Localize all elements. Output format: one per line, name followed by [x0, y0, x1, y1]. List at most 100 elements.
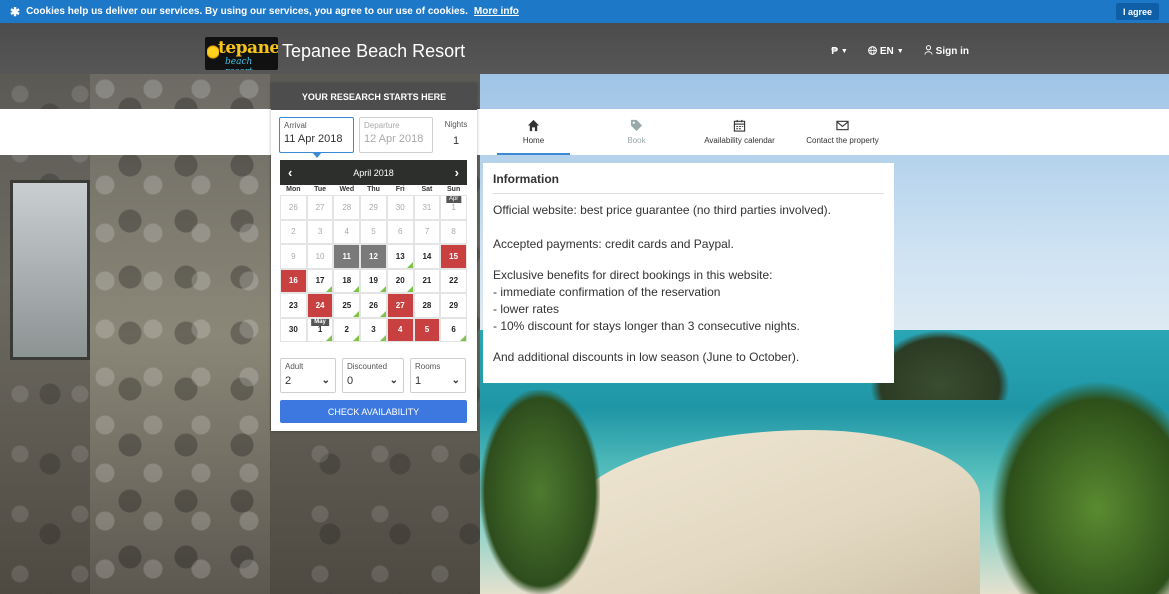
calendar-day: 1 Apr	[440, 195, 467, 220]
chevron-down-icon: ⌄	[389, 375, 398, 386]
resort-logo[interactable]: tepanee beach resort	[205, 37, 278, 70]
calendar-day: 9	[280, 244, 307, 269]
calendar-day[interactable]: 2	[333, 317, 361, 342]
user-icon	[924, 45, 933, 58]
calendar-day[interactable]: 26	[360, 293, 387, 318]
calendar-icon	[733, 119, 746, 132]
calendar-day: 26	[280, 195, 307, 220]
weekday-label: Sun	[447, 186, 461, 193]
weekday-label: Tue	[314, 186, 327, 193]
calendar-day[interactable]: 30	[280, 317, 307, 342]
calendar-day[interactable]: 20	[386, 268, 414, 293]
calendar-month: April 2018	[353, 167, 394, 178]
calendar-day: 3	[306, 219, 334, 244]
calendar-day: 29	[360, 195, 387, 220]
site-header: tepanee beach resort Tepanee Beach Resor…	[0, 23, 1169, 74]
weekday-label: Sat	[421, 186, 433, 193]
month-tag: May	[311, 318, 329, 326]
tab-availability-calendar[interactable]: Availability calendar	[688, 109, 791, 155]
info-line: - 10% discount for stays longer than 3 c…	[493, 319, 800, 333]
calendar-day[interactable]: 4	[386, 317, 414, 342]
info-paragraph: And additional discounts in low season (…	[493, 350, 800, 364]
cookie-banner: ✱ Cookies help us deliver our services. …	[0, 0, 1169, 23]
prev-month-icon[interactable]: ‹	[288, 165, 292, 180]
info-line: - immediate confirmation of the reservat…	[493, 285, 721, 299]
envelope-icon	[836, 120, 849, 131]
calendar-day[interactable]: 3	[360, 317, 387, 342]
weekday-label: Wed	[339, 186, 355, 193]
currency-dropdown[interactable]: ₱ ▼	[831, 46, 848, 57]
calendar-day[interactable]: 16	[280, 268, 307, 293]
discounted-select[interactable]: Discounted 0 ⌄	[342, 358, 404, 393]
tab-book[interactable]: Book	[585, 109, 688, 155]
calendar-day: 6	[386, 219, 414, 244]
site-title: Tepanee Beach Resort	[282, 41, 466, 61]
chevron-down-icon: ⌄	[321, 375, 330, 386]
calendar-day[interactable]: 5	[413, 317, 441, 342]
calendar-day[interactable]: 19	[360, 268, 387, 293]
nights-count: Nights 1	[444, 120, 468, 147]
calendar-day: 27	[306, 195, 334, 220]
search-heading: YOUR RESEARCH STARTS HERE	[271, 83, 477, 110]
calendar-day: 8	[440, 219, 467, 244]
calendar-day: 2	[280, 219, 307, 244]
tab-contact-property[interactable]: Contact the property	[791, 109, 894, 155]
calendar-day[interactable]: 24	[306, 293, 334, 318]
info-line: - lower rates	[493, 302, 560, 316]
calendar-day[interactable]: 27	[386, 293, 414, 318]
chevron-down-icon: ⌄	[451, 375, 460, 386]
adult-select[interactable]: Adult 2 ⌄	[280, 358, 336, 393]
check-availability-button[interactable]: CHECK AVAILABILITY	[280, 400, 467, 423]
cookie-message: Cookies help us deliver our services. By…	[26, 6, 468, 17]
sign-in-link[interactable]: Sign in	[924, 45, 969, 58]
caret-down-icon: ▼	[840, 48, 848, 55]
calendar-day: 30	[386, 195, 414, 220]
weekday-label: Mon	[286, 186, 301, 193]
nav-bar: Home Book Availability calendar Contact …	[0, 109, 1169, 155]
calendar-day: 10	[306, 244, 334, 269]
calendar-day[interactable]: 12	[360, 244, 387, 269]
date-picker-calendar: ‹ April 2018 › Mon Tue Wed Thu Fri Sat Sun 26 2…	[280, 160, 467, 342]
search-panel: YOUR RESEARCH STARTS HERE Arrival 11 Apr…	[271, 83, 477, 431]
arrival-date-field[interactable]: Arrival 11 Apr 2018	[279, 117, 354, 158]
calendar-day[interactable]: 25	[333, 293, 361, 318]
next-month-icon[interactable]: ›	[455, 165, 459, 180]
calendar-day[interactable]: 13	[386, 244, 414, 269]
calendar-day[interactable]: 22	[440, 268, 467, 293]
calendar-day[interactable]: 11	[333, 244, 361, 269]
weekday-label: Fri	[395, 186, 405, 193]
month-tag: Apr	[445, 196, 462, 203]
info-paragraph: Official website: best price guarantee (…	[493, 203, 831, 217]
weekday-label: Thu	[367, 186, 380, 193]
rooms-select[interactable]: Rooms 1 ⌄	[410, 358, 466, 393]
information-panel: Information Official website: best price…	[483, 163, 894, 383]
calendar-day[interactable]: 6	[440, 317, 467, 342]
information-title: Information	[493, 172, 884, 194]
agree-button[interactable]: I agree	[1115, 3, 1159, 20]
calendar-day: 7	[413, 219, 441, 244]
calendar-day[interactable]: 14	[413, 244, 441, 269]
calendar-day: 4	[333, 219, 361, 244]
language-dropdown[interactable]: EN ▼	[867, 45, 904, 58]
globe-icon	[867, 45, 877, 58]
tags-icon	[630, 119, 643, 132]
home-icon	[527, 119, 540, 132]
calendar-day[interactable]: 17	[306, 268, 334, 293]
more-info-link[interactable]: More info	[474, 6, 519, 17]
info-line: Exclusive benefits for direct bookings i…	[493, 268, 773, 282]
departure-date-field[interactable]: Departure 12 Apr 2018	[359, 117, 433, 153]
calendar-day[interactable]: 29	[440, 293, 467, 318]
calendar-day: 5	[360, 219, 387, 244]
calendar-day[interactable]: 28	[413, 293, 441, 318]
calendar-day[interactable]: 1 May	[306, 317, 334, 342]
tab-home[interactable]: Home	[482, 109, 585, 155]
caret-down-icon: ▼	[896, 48, 904, 55]
calendar-day[interactable]: 15	[440, 244, 467, 269]
calendar-day: 31	[413, 195, 441, 220]
calendar-day[interactable]: 18	[333, 268, 361, 293]
calendar-day: 28	[333, 195, 361, 220]
calendar-day[interactable]: 21	[413, 268, 441, 293]
asterisk-icon: ✱	[10, 4, 21, 19]
calendar-day[interactable]: 23	[280, 293, 307, 318]
info-paragraph: Accepted payments: credit cards and Payp…	[493, 237, 734, 251]
